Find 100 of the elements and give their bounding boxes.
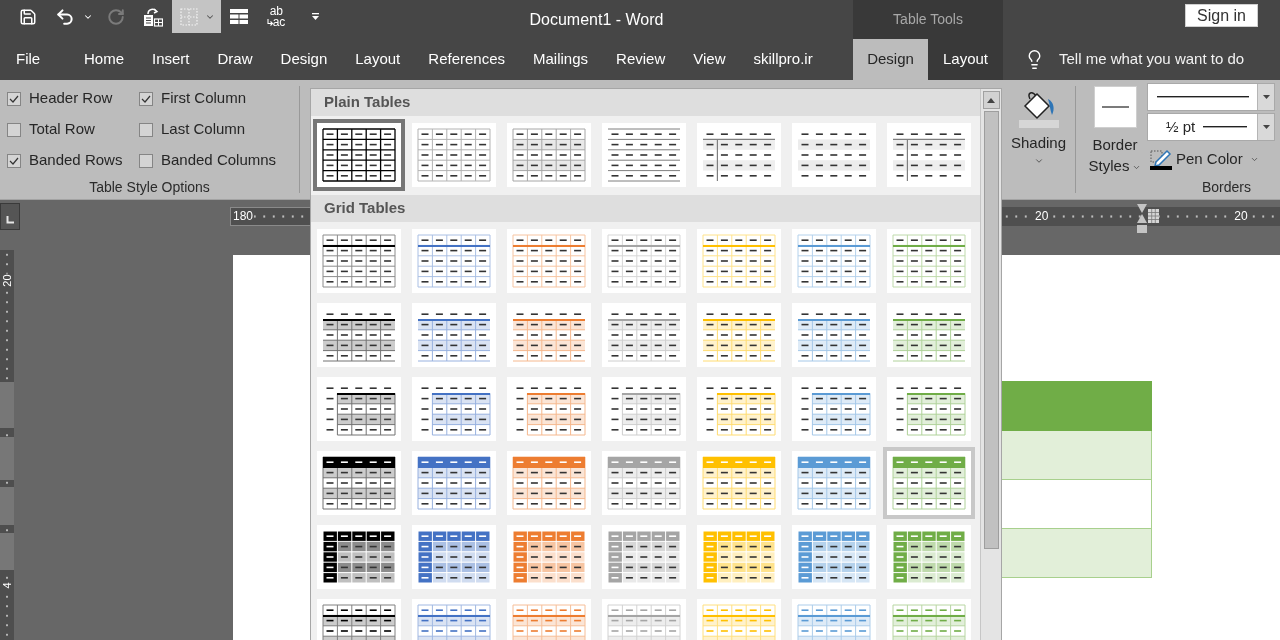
checkbox[interactable] — [7, 122, 21, 137]
table-style-tile[interactable] — [317, 229, 401, 293]
table-style-tile[interactable] — [317, 451, 401, 515]
table-style-tile[interactable] — [507, 599, 591, 640]
checkbox[interactable] — [139, 153, 153, 168]
checkbox[interactable] — [139, 91, 153, 106]
border-style-icon — [1093, 86, 1137, 128]
dropdown-arrow-icon — [1262, 95, 1270, 99]
table-style-tile[interactable] — [792, 123, 876, 187]
table-style-tile[interactable] — [602, 303, 686, 367]
ribbon-tab[interactable]: References — [414, 39, 519, 80]
ribbon-tab[interactable]: View — [679, 39, 740, 80]
checkbox-label[interactable]: First Column — [161, 87, 246, 110]
table-style-tile[interactable] — [507, 123, 591, 187]
border-styles-button[interactable]: Border Styles — [1087, 80, 1143, 176]
sign-in-button[interactable]: Sign in — [1185, 4, 1258, 27]
dotted-grid-button[interactable] — [172, 0, 221, 33]
table-style-tile[interactable] — [792, 303, 876, 367]
scrollbar-thumb[interactable] — [983, 111, 999, 549]
table-style-tile[interactable] — [792, 377, 876, 441]
shading-button[interactable]: Shading — [1006, 80, 1071, 199]
ribbon-tab[interactable]: skillpro.ir — [739, 39, 827, 80]
table-style-tile[interactable] — [602, 599, 686, 640]
table-style-tile[interactable] — [792, 229, 876, 293]
table-style-tile[interactable] — [602, 377, 686, 441]
table-style-tile[interactable] — [887, 377, 971, 441]
ribbon-tab[interactable]: Design — [266, 39, 342, 80]
table-style-tile[interactable] — [412, 599, 496, 640]
table-style-tile[interactable] — [507, 377, 591, 441]
table-style-tile[interactable] — [412, 377, 496, 441]
table-style-tile[interactable] — [887, 525, 971, 589]
table-preview-icon — [322, 530, 396, 584]
line-weight-dropdown[interactable]: ½ pt — [1147, 113, 1275, 141]
checkbox[interactable] — [7, 153, 21, 168]
checkbox[interactable] — [139, 122, 153, 137]
checkbox-label[interactable]: Header Row — [29, 87, 113, 110]
table-style-tile[interactable] — [412, 451, 496, 515]
ribbon-tab[interactable]: Layout — [928, 39, 1003, 80]
table-style-tile[interactable] — [412, 303, 496, 367]
table-style-tile[interactable] — [792, 599, 876, 640]
checkbox[interactable] — [7, 91, 21, 106]
table-style-tile[interactable] — [412, 229, 496, 293]
checkbox-label[interactable]: Total Row — [29, 118, 95, 141]
ribbon-tab[interactable]: Layout — [341, 39, 415, 80]
table-style-tile[interactable] — [602, 451, 686, 515]
replace-button[interactable]: ab ac — [257, 0, 295, 33]
table-style-tile[interactable] — [697, 525, 781, 589]
ribbon-tab[interactable]: Draw — [203, 39, 267, 80]
table-preview-icon — [607, 128, 681, 182]
table-style-tile[interactable] — [317, 599, 401, 640]
ribbon-tab[interactable]: Insert — [138, 39, 204, 80]
table-style-tile[interactable] — [697, 377, 781, 441]
ribbon-tab[interactable]: Mailings — [519, 39, 603, 80]
table-style-tile[interactable] — [317, 303, 401, 367]
table-preview-icon — [417, 530, 491, 584]
table-style-tile[interactable] — [887, 229, 971, 293]
table-style-tile[interactable] — [697, 303, 781, 367]
table-style-tile[interactable] — [697, 599, 781, 640]
table-style-tile[interactable] — [887, 123, 971, 187]
scroll-up-button[interactable] — [982, 91, 1000, 109]
dropdown-arrow-icon — [1262, 125, 1270, 129]
table-preview-icon — [892, 234, 966, 288]
table-style-tile[interactable] — [887, 599, 971, 640]
table-style-tile[interactable] — [697, 229, 781, 293]
table-style-tile[interactable] — [317, 525, 401, 589]
tab-selector-button[interactable] — [0, 202, 20, 230]
ribbon-tab[interactable]: File — [0, 39, 70, 80]
indent-marker-icon[interactable] — [1137, 203, 1147, 233]
table-style-tile[interactable] — [412, 123, 496, 187]
checkbox-label[interactable]: Banded Columns — [161, 149, 277, 172]
checkbox-label[interactable]: Last Column — [161, 118, 246, 141]
table-style-tile[interactable] — [507, 451, 591, 515]
ribbon-tab[interactable]: Design — [853, 39, 928, 80]
table-style-tile[interactable] — [697, 123, 781, 187]
table-style-tile[interactable] — [313, 119, 405, 191]
line-style-dropdown[interactable] — [1147, 83, 1275, 111]
table-style-tile[interactable] — [412, 525, 496, 589]
gallery-section-header: Grid Tables — [311, 195, 980, 222]
pen-color-button[interactable]: Pen Color — [1147, 147, 1275, 171]
table-preview-icon — [702, 234, 776, 288]
checkbox-label[interactable]: Banded Rows — [29, 149, 123, 172]
table-style-tile[interactable] — [697, 451, 781, 515]
ribbon-tab[interactable]: Home — [70, 39, 138, 80]
table-style-tile[interactable] — [792, 451, 876, 515]
table-preview-icon — [512, 456, 586, 510]
table-style-tile[interactable] — [792, 525, 876, 589]
table-preview-icon — [322, 128, 396, 182]
table-style-tile[interactable] — [883, 447, 975, 519]
table-style-tile[interactable] — [602, 525, 686, 589]
table-style-tile[interactable] — [887, 303, 971, 367]
table-style-tile[interactable] — [507, 303, 591, 367]
table-style-tile[interactable] — [317, 377, 401, 441]
table-style-tile[interactable] — [507, 229, 591, 293]
table-preview-icon — [702, 604, 776, 640]
column-marker-icon[interactable] — [1148, 208, 1159, 223]
table-style-tile[interactable] — [507, 525, 591, 589]
ribbon-tab[interactable]: Review — [602, 39, 680, 80]
table-style-tile[interactable] — [602, 229, 686, 293]
table-style-tile[interactable] — [602, 123, 686, 187]
tell-me-field[interactable]: Tell me what you want to do — [1059, 48, 1274, 71]
